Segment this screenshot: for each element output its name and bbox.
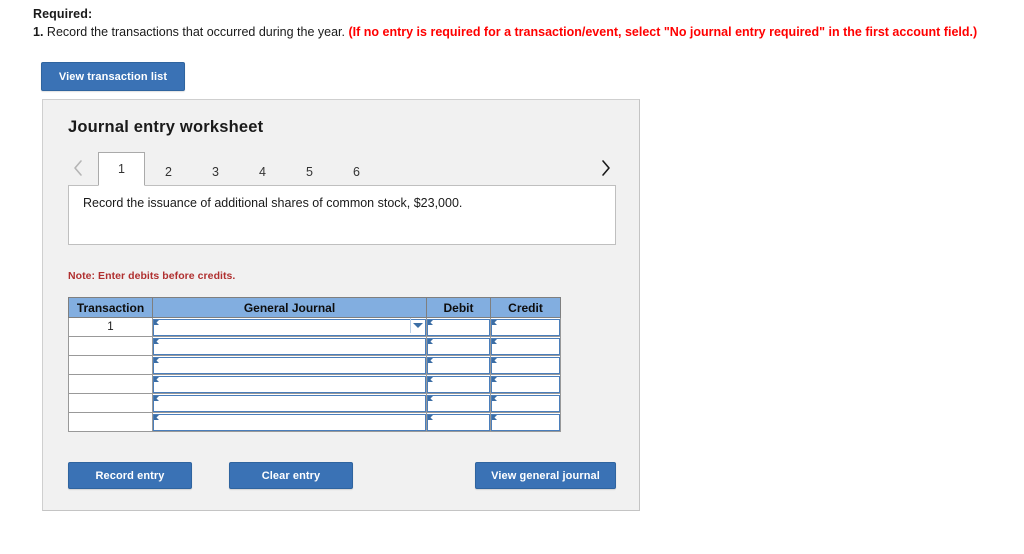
cell-credit-2[interactable]	[490, 336, 561, 356]
cell-credit-6[interactable]	[490, 412, 561, 432]
account-select-1[interactable]	[153, 318, 426, 336]
debit-input-2[interactable]	[427, 337, 490, 355]
cell-credit-3[interactable]	[490, 355, 561, 375]
table-row	[68, 412, 561, 432]
cell-general-journal-3[interactable]	[152, 355, 427, 375]
view-transaction-list-button[interactable]: View transaction list	[41, 62, 185, 91]
debit-input-5[interactable]	[427, 394, 490, 412]
view-general-journal-button[interactable]: View general journal	[475, 462, 616, 489]
cell-debit-2[interactable]	[426, 336, 491, 356]
cell-transaction-4	[68, 374, 153, 394]
table-row	[68, 355, 561, 375]
credit-input-2[interactable]	[491, 337, 560, 355]
tab-2[interactable]: 2	[145, 156, 192, 186]
tab-5[interactable]: 5	[286, 156, 333, 186]
cell-general-journal-6[interactable]	[152, 412, 427, 432]
cell-transaction-3	[68, 355, 153, 375]
cell-transaction-1: 1	[68, 317, 153, 337]
cell-general-journal-4[interactable]	[152, 374, 427, 394]
item-number: 1.	[33, 25, 44, 39]
table-row	[68, 374, 561, 394]
item-text: Record the transactions that occurred du…	[46, 25, 346, 39]
cell-debit-6[interactable]	[426, 412, 491, 432]
cell-debit-3[interactable]	[426, 355, 491, 375]
credit-input-1[interactable]	[491, 318, 560, 336]
cell-transaction-6	[68, 412, 153, 432]
column-header-transaction: Transaction	[68, 297, 153, 318]
column-header-debit: Debit	[426, 297, 491, 318]
instructions-block: Required: 1. Record the transactions tha…	[33, 6, 1013, 40]
cell-general-journal-2[interactable]	[152, 336, 427, 356]
tab-3[interactable]: 3	[192, 156, 239, 186]
credit-input-5[interactable]	[491, 394, 560, 412]
table-row	[68, 393, 561, 413]
worksheet-tabs: 1 2 3 4 5 6	[98, 150, 380, 186]
worksheet-tabstrip: 1 2 3 4 5 6	[68, 150, 616, 186]
debit-input-3[interactable]	[427, 356, 490, 374]
journal-entry-worksheet-panel: Journal entry worksheet 1 2 3 4 5 6 Reco…	[42, 99, 640, 511]
debits-before-credits-note: Note: Enter debits before credits.	[68, 270, 236, 282]
cell-credit-4[interactable]	[490, 374, 561, 394]
column-header-credit: Credit	[490, 297, 561, 318]
cell-credit-1[interactable]	[490, 317, 561, 337]
record-entry-button[interactable]: Record entry	[68, 462, 192, 489]
journal-entry-table: Transaction General Journal Debit Credit…	[68, 297, 561, 432]
debit-input-6[interactable]	[427, 413, 490, 431]
cell-general-journal-1[interactable]	[152, 317, 427, 337]
transaction-description-text: Record the issuance of additional shares…	[83, 196, 463, 210]
tab-6[interactable]: 6	[333, 156, 380, 186]
account-select-5[interactable]	[153, 394, 426, 412]
tab-4[interactable]: 4	[239, 156, 286, 186]
cell-general-journal-5[interactable]	[152, 393, 427, 413]
column-header-general-journal: General Journal	[152, 297, 427, 318]
credit-input-6[interactable]	[491, 413, 560, 431]
cell-debit-5[interactable]	[426, 393, 491, 413]
account-select-6[interactable]	[153, 413, 426, 431]
transaction-description-box: Record the issuance of additional shares…	[68, 185, 616, 245]
chevron-down-icon[interactable]	[410, 318, 425, 333]
required-label: Required:	[33, 7, 93, 21]
chevron-left-icon[interactable]	[68, 154, 88, 182]
cell-transaction-5	[68, 393, 153, 413]
account-select-3[interactable]	[153, 356, 426, 374]
cell-debit-1[interactable]	[426, 317, 491, 337]
cell-debit-4[interactable]	[426, 374, 491, 394]
table-row: 1	[68, 317, 561, 337]
credit-input-3[interactable]	[491, 356, 560, 374]
item-note-red: (If no entry is required for a transacti…	[348, 25, 978, 39]
clear-entry-button[interactable]: Clear entry	[229, 462, 353, 489]
tab-1[interactable]: 1	[98, 152, 145, 186]
required-item-1: 1. Record the transactions that occurred…	[33, 24, 1013, 40]
debit-input-4[interactable]	[427, 375, 490, 393]
debit-input-1[interactable]	[427, 318, 490, 336]
chevron-right-icon[interactable]	[596, 154, 616, 182]
account-select-2[interactable]	[153, 337, 426, 355]
page-title: Journal entry worksheet	[68, 118, 264, 136]
table-row	[68, 336, 561, 356]
credit-input-4[interactable]	[491, 375, 560, 393]
account-select-4[interactable]	[153, 375, 426, 393]
table-header-row: Transaction General Journal Debit Credit	[68, 297, 561, 318]
cell-transaction-2	[68, 336, 153, 356]
cell-credit-5[interactable]	[490, 393, 561, 413]
